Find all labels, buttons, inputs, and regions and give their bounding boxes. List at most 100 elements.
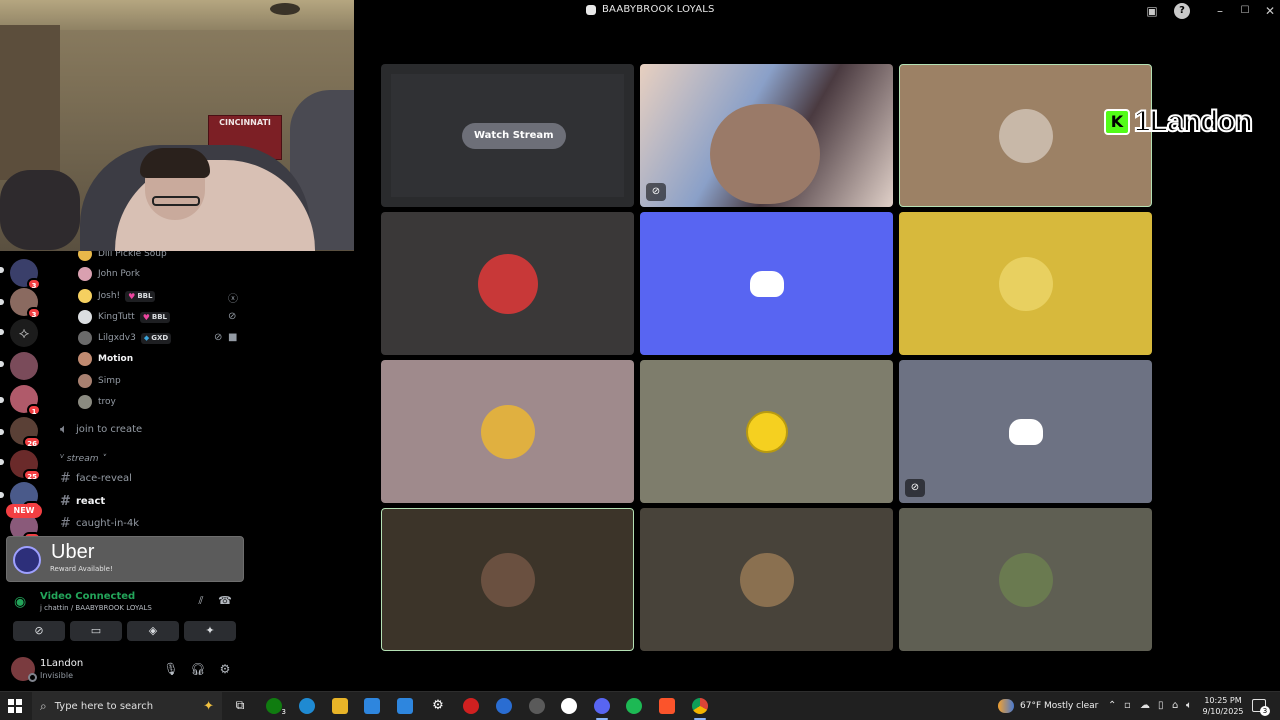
channel-name: face-reveal [76, 472, 132, 484]
voice-member[interactable]: Motion [78, 350, 248, 368]
disconnect-icon[interactable]: ☎ [217, 594, 233, 610]
store-icon[interactable] [364, 698, 380, 714]
chrome-icon[interactable] [692, 698, 708, 720]
video-tile[interactable]: ⊘ [640, 64, 893, 207]
user-status[interactable]: Invisible [40, 671, 73, 680]
video-tile[interactable] [899, 212, 1152, 355]
server-tag-label: BBL [151, 313, 168, 321]
video-tile[interactable] [381, 212, 634, 355]
server-icon-5[interactable]: 1 [10, 385, 41, 416]
watch-stream-button[interactable]: Watch Stream [462, 123, 566, 149]
voice-member[interactable]: troy [78, 393, 248, 411]
voice-member[interactable]: KingTutt ♥ BBL [78, 308, 248, 326]
discord-icon[interactable] [594, 698, 610, 720]
voice-member[interactable]: Simp [78, 372, 248, 390]
server-icon-2[interactable]: 3 [10, 288, 41, 319]
hash-icon: # [60, 470, 71, 486]
video-tile[interactable] [640, 360, 893, 503]
channel-face-reveal[interactable]: # face-reveal [60, 468, 132, 488]
unread-pill [0, 299, 4, 305]
server-icon-7[interactable]: 25 [10, 450, 41, 481]
server-icon-1[interactable]: 3 [10, 259, 41, 290]
deafened-icon: ⊘ [228, 311, 237, 322]
reward-logo-icon [13, 546, 41, 574]
server-icon-6[interactable]: 26 [10, 417, 41, 448]
voice-location[interactable]: j chattin / BAABYBROOK LOYALS [40, 604, 152, 612]
server-tag-label: BBL [137, 292, 153, 300]
maximize-button[interactable]: ☐ [1237, 3, 1253, 19]
battery-icon[interactable]: ▯ [1158, 700, 1164, 711]
unread-pill [0, 397, 4, 403]
camera-off-button[interactable]: ⊘ [13, 621, 65, 641]
taskbar-search[interactable]: ⌕ Type here to search ✦ [32, 692, 222, 720]
voice-channel-join-to-create[interactable]: 🔈︎ join to create [60, 419, 142, 439]
member-name: Simp [98, 376, 121, 386]
discord-logo-icon [749, 270, 784, 297]
server-icon-3[interactable]: ⟡ [10, 319, 38, 347]
stream-tile[interactable]: Watch Stream [381, 64, 634, 207]
video-tile[interactable]: ⊘ [899, 360, 1152, 503]
tray-icon[interactable]: ▫ [1124, 700, 1131, 711]
video-tile[interactable] [640, 508, 893, 651]
voice-member[interactable]: Josh! ♥ BBL [78, 287, 248, 305]
voice-member[interactable]: John Pork [78, 265, 248, 283]
username[interactable]: 1Landon [40, 658, 83, 669]
reward-promo-card[interactable]: Uber Reward Available! [6, 536, 244, 582]
weather-widget[interactable]: 67°F Mostly clear [998, 699, 1098, 713]
xbox-icon[interactable]: 3 [266, 698, 286, 716]
edge-icon[interactable] [299, 698, 315, 714]
file-explorer-icon[interactable] [332, 698, 348, 714]
channel-react[interactable]: # react [60, 491, 105, 511]
webcam-hair [140, 148, 210, 178]
voice-member[interactable]: Lilgxdv3 ◆ GXD [78, 329, 248, 347]
avatar [78, 331, 92, 345]
noise-suppression-icon[interactable]: ⫽ [193, 594, 209, 610]
task-view-icon[interactable]: ⧉ [232, 698, 248, 714]
activities-button[interactable]: ◈ [127, 621, 179, 641]
signal-icon[interactable]: ◉ [14, 594, 34, 614]
server-icon-4[interactable] [10, 352, 38, 380]
soundboard-button[interactable]: ✦ [184, 621, 236, 641]
close-button[interactable]: ✕ [1262, 3, 1278, 19]
inbox-icon[interactable]: ▣ [1144, 3, 1160, 19]
chevron-down-icon: ˅ [98, 454, 106, 464]
app-icon-gray[interactable] [529, 698, 545, 714]
windows-start-icon[interactable] [8, 699, 22, 713]
heart-icon: ♥ [128, 291, 136, 301]
chevron-up-icon[interactable]: ⌃ [1108, 700, 1116, 711]
app-icon-blue[interactable] [496, 698, 512, 714]
taskbar-clock[interactable]: 10:25 PM 9/10/2025 [1200, 695, 1246, 717]
help-icon[interactable]: ? [1174, 3, 1190, 19]
avatar [78, 251, 92, 261]
voice-status-text[interactable]: Video Connected [40, 591, 135, 602]
gear-icon[interactable]: ⚙ [217, 662, 233, 678]
xbox-badge: 3 [281, 708, 286, 716]
video-tile[interactable] [381, 360, 634, 503]
voice-member[interactable]: Dill Pickle Soup [78, 251, 248, 263]
notification-icon[interactable]: 3 [1252, 699, 1270, 716]
title-bar: BAABYBROOK LOYALS ▣ ? – ☐ ✕ [354, 0, 1280, 22]
overlay-name: 1Landon [1133, 104, 1254, 139]
brave-icon[interactable] [659, 698, 675, 714]
video-tile-speaking[interactable] [381, 508, 634, 651]
microphone-icon[interactable]: 🎙︎ [163, 662, 179, 678]
unread-pill [0, 429, 4, 435]
video-tile[interactable] [899, 508, 1152, 651]
webcam-lamp [270, 3, 300, 15]
category-stream[interactable]: ⱽ stream ˅ [60, 454, 106, 464]
spotify-icon[interactable] [626, 698, 642, 714]
headphones-icon[interactable]: 🎧︎ [190, 662, 206, 678]
channel-caught-in-4k[interactable]: # caught-in-4k [60, 513, 139, 533]
settings-icon[interactable]: ⚙ [430, 698, 446, 714]
new-unreads-badge[interactable]: NEW [6, 504, 42, 518]
steam-icon[interactable] [561, 698, 577, 714]
cloud-icon[interactable]: ☁ [1140, 700, 1150, 711]
app-icon-red[interactable] [463, 698, 479, 714]
video-tile[interactable] [640, 212, 893, 355]
share-screen-button[interactable]: ▭ [70, 621, 122, 641]
server-icon [586, 4, 596, 15]
volume-icon[interactable]: 🔈︎ [1186, 700, 1192, 711]
calculator-icon[interactable] [397, 698, 413, 714]
minimize-button[interactable]: – [1212, 3, 1228, 19]
network-icon[interactable]: ⌂ [1172, 700, 1178, 711]
